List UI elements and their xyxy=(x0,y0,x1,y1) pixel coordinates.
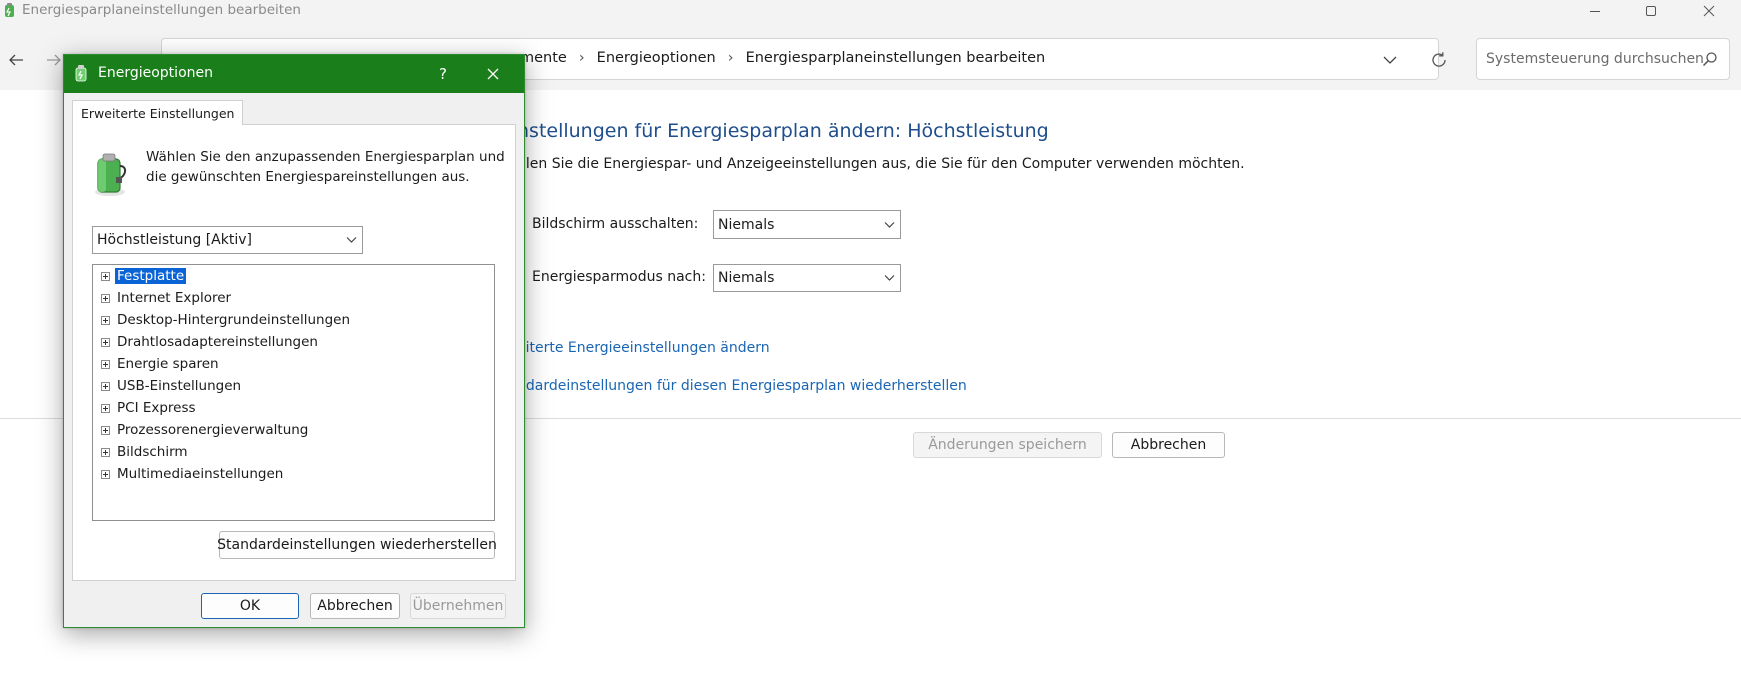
refresh-button[interactable] xyxy=(1430,51,1448,73)
tree-item[interactable]: USB-Einstellungen xyxy=(101,376,243,396)
expand-plus-icon[interactable] xyxy=(101,425,110,435)
chevron-down-icon xyxy=(346,237,357,243)
tree-item-label[interactable]: Drahtlosadaptereinstellungen xyxy=(115,334,320,350)
apply-button[interactable]: Übernehmen xyxy=(410,593,506,619)
tree-item[interactable]: Prozessorenergieverwaltung xyxy=(101,420,310,440)
ok-button[interactable]: OK xyxy=(201,593,299,619)
close-window-button[interactable] xyxy=(1686,0,1732,22)
tree-item-label[interactable]: Energie sparen xyxy=(115,356,221,372)
arrow-right-icon xyxy=(47,54,61,66)
tree-item-label[interactable]: Multimediaeinstellungen xyxy=(115,466,285,482)
chevron-down-icon xyxy=(884,275,895,281)
breadcrumb-item-partial[interactable]: mente xyxy=(520,50,567,66)
power-plan-value: Höchstleistung [Aktiv] xyxy=(97,232,252,248)
expand-plus-icon[interactable] xyxy=(101,315,110,325)
power-options-icon xyxy=(72,64,90,82)
breadcrumb-item-energieoptionen[interactable]: Energieoptionen xyxy=(597,50,716,66)
power-options-app-icon xyxy=(2,2,18,18)
dialog-close-button[interactable] xyxy=(478,63,508,85)
tree-item[interactable]: Multimediaeinstellungen xyxy=(101,464,285,484)
tree-item-label[interactable]: Desktop-Hintergrundeinstellungen xyxy=(115,312,352,328)
minimize-icon xyxy=(1590,11,1600,12)
chevron-down-icon xyxy=(884,221,895,228)
tree-item-label[interactable]: USB-Einstellungen xyxy=(115,378,243,394)
power-plan-select[interactable]: Höchstleistung [Aktiv] xyxy=(92,226,363,254)
search-input[interactable]: Systemsteuerung durchsuchen xyxy=(1486,51,1704,67)
expand-plus-icon[interactable] xyxy=(101,447,110,457)
chevron-right-icon: › xyxy=(727,50,734,66)
expand-plus-icon[interactable] xyxy=(101,381,110,391)
tree-item[interactable]: Festplatte xyxy=(101,266,187,286)
expand-plus-icon[interactable] xyxy=(101,359,110,369)
tree-item-label[interactable]: Prozessorenergieverwaltung xyxy=(115,422,310,438)
arrow-left-icon xyxy=(9,54,23,66)
tree-item[interactable]: Energie sparen xyxy=(101,354,221,374)
display-off-label: Bildschirm ausschalten: xyxy=(532,216,699,232)
dialog-cancel-button[interactable]: Abbrechen xyxy=(310,593,400,619)
help-button[interactable]: ? xyxy=(428,64,458,84)
maximize-button[interactable] xyxy=(1628,0,1674,22)
power-options-dialog: Energieoptionen ? Erweiterte Einstellung… xyxy=(63,54,525,628)
display-off-select[interactable]: Niemals xyxy=(713,210,901,239)
tree-item[interactable]: PCI Express xyxy=(101,398,198,418)
settings-tree[interactable]: Festplatte Internet Explorer Desktop-Hin… xyxy=(92,264,495,521)
breadcrumb: mente › Energieoptionen › Energiesparpla… xyxy=(520,50,1045,66)
sleep-after-label: Energiesparmodus nach: xyxy=(532,269,706,285)
dialog-intro-text: Wählen Sie den anzupassenden Energiespar… xyxy=(146,149,505,185)
close-icon xyxy=(487,68,499,80)
chevron-down-icon xyxy=(1383,56,1397,64)
tab-advanced-settings[interactable]: Erweiterte Einstellungen xyxy=(72,100,244,125)
display-off-value: Niemals xyxy=(718,216,775,233)
close-icon xyxy=(1703,5,1715,17)
tree-item-label[interactable]: PCI Express xyxy=(115,400,198,416)
tree-item[interactable]: Desktop-Hintergrundeinstellungen xyxy=(101,310,352,330)
sleep-after-select[interactable]: Niemals xyxy=(713,264,901,292)
cancel-button[interactable]: Abbrechen xyxy=(1112,432,1225,458)
battery-icon xyxy=(90,151,130,197)
expand-plus-icon[interactable] xyxy=(101,293,110,303)
search-icon[interactable] xyxy=(1702,51,1718,67)
window-title: Energiesparplaneinstellungen bearbeiten xyxy=(22,2,301,18)
back-button[interactable] xyxy=(2,46,30,74)
dialog-title: Energieoptionen xyxy=(98,65,213,81)
advanced-settings-link[interactable]: eiterte Energieeinstellungen ändern xyxy=(517,340,770,356)
refresh-icon xyxy=(1432,52,1446,67)
expand-plus-icon[interactable] xyxy=(101,271,110,281)
tree-item[interactable]: Bildschirm xyxy=(101,442,190,462)
breadcrumb-item-current[interactable]: Energiesparplaneinstellungen bearbeiten xyxy=(746,50,1046,66)
minimize-button[interactable] xyxy=(1572,0,1618,22)
tree-item-label[interactable]: Internet Explorer xyxy=(115,290,233,306)
tree-item-label[interactable]: Bildschirm xyxy=(115,444,190,460)
tree-item[interactable]: Drahtlosadaptereinstellungen xyxy=(101,332,320,352)
page-description: hlen Sie die Energiespar- und Anzeigeein… xyxy=(517,156,1245,172)
expand-plus-icon[interactable] xyxy=(101,469,110,479)
sleep-after-value: Niemals xyxy=(718,270,775,286)
tree-item[interactable]: Internet Explorer xyxy=(101,288,233,308)
maximize-icon xyxy=(1646,6,1656,16)
page-title: nstellungen für Energiesparplan ändern: … xyxy=(517,120,1049,142)
address-history-dropdown[interactable] xyxy=(1383,53,1397,69)
restore-plan-defaults-link[interactable]: ndardeinstellungen für diesen Energiespa… xyxy=(517,378,967,394)
chevron-right-icon: › xyxy=(578,50,585,66)
restore-defaults-button[interactable]: Standardeinstellungen wiederherstellen xyxy=(217,531,497,559)
save-changes-button[interactable]: Änderungen speichern xyxy=(913,432,1102,458)
expand-plus-icon[interactable] xyxy=(101,403,110,413)
tree-item-label[interactable]: Festplatte xyxy=(115,268,187,284)
expand-plus-icon[interactable] xyxy=(101,337,110,347)
